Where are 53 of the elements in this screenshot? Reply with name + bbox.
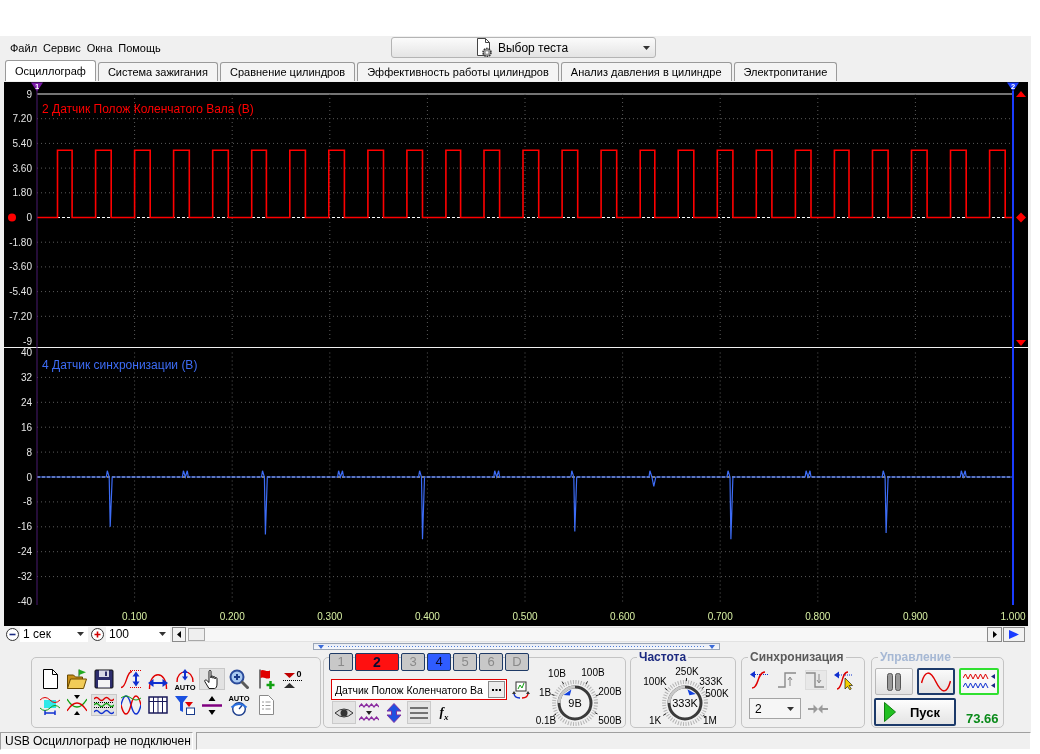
group-title: Управление bbox=[878, 650, 953, 664]
y-axis-label: 5.40 bbox=[12, 137, 32, 149]
y-axis-label: 16 bbox=[20, 421, 32, 433]
dial-scale-label: 1В bbox=[538, 687, 552, 698]
group-title: Частота bbox=[637, 650, 689, 664]
dial-scale-label: 500В bbox=[598, 715, 622, 726]
y-axis-label: -8 bbox=[23, 496, 32, 508]
y-axis-label: 24 bbox=[20, 396, 32, 408]
y-axis-label: 40 bbox=[20, 347, 32, 358]
x-axis-label: 0.600 bbox=[610, 611, 636, 622]
dial-scale-label: 250K bbox=[675, 666, 699, 677]
y-axis-label: 8 bbox=[26, 446, 32, 458]
y-axis-label: -24 bbox=[17, 546, 32, 558]
dial-scale-label: 0.1В bbox=[535, 715, 557, 726]
dial-scale-label: 10В bbox=[548, 668, 566, 679]
dial-value: 9В bbox=[568, 697, 582, 709]
dial-scale-label: 100K bbox=[643, 676, 667, 687]
y-axis-label: 3.60 bbox=[12, 162, 32, 174]
x-axis-label: 0.500 bbox=[512, 611, 538, 622]
y-axis-label: 7.20 bbox=[12, 113, 32, 125]
y-axis-label: -9 bbox=[23, 335, 32, 347]
y-axis-label: -7.20 bbox=[9, 310, 32, 322]
x-axis-label: 0.700 bbox=[707, 611, 733, 622]
dial-scale-label: 200В bbox=[598, 686, 622, 697]
dial-scale-label: 500K bbox=[705, 688, 729, 699]
y-axis-label: 32 bbox=[20, 371, 32, 383]
x-axis-label: 0.100 bbox=[122, 611, 148, 622]
y-axis-label: -5.40 bbox=[9, 286, 32, 298]
dial-scale-label: 1M bbox=[703, 715, 717, 726]
x-axis-label: 0.900 bbox=[902, 611, 928, 622]
y-axis-label: -16 bbox=[17, 521, 32, 533]
dial-scale-label: 100В bbox=[581, 667, 605, 678]
x-axis-label: 0.400 bbox=[414, 611, 440, 622]
y-axis-label: -3.60 bbox=[9, 261, 32, 273]
x-axis-label: 0.800 bbox=[805, 611, 831, 622]
y-axis-label: 9 bbox=[26, 88, 32, 100]
dial-scale-label: 1K bbox=[648, 715, 662, 726]
dial-value: 333K bbox=[672, 697, 698, 709]
y-axis-label: -40 bbox=[17, 596, 32, 607]
dial-scale-label: 333K bbox=[699, 676, 723, 687]
x-axis-label: 0.200 bbox=[219, 611, 245, 622]
y-axis-label: -32 bbox=[17, 571, 32, 583]
chart-title: 2 Датчик Полож Коленчатого Вала (В) bbox=[42, 102, 254, 116]
numeric-readout: 73.66 bbox=[966, 711, 999, 726]
x-axis-label: 0.300 bbox=[317, 611, 343, 622]
y-axis-label: 1.80 bbox=[12, 187, 32, 199]
status-message: USB Осциллограф не подключен bbox=[0, 732, 193, 750]
chart-title: 4 Датчик синхронизации (В) bbox=[42, 358, 198, 372]
y-axis-label: -1.80 bbox=[9, 236, 32, 248]
group-title: Синхронизация bbox=[748, 650, 846, 664]
y-axis-label: 0 bbox=[26, 471, 32, 483]
x-axis-label: 1.000 bbox=[1000, 611, 1026, 622]
y-axis-label: 0 bbox=[26, 212, 32, 223]
